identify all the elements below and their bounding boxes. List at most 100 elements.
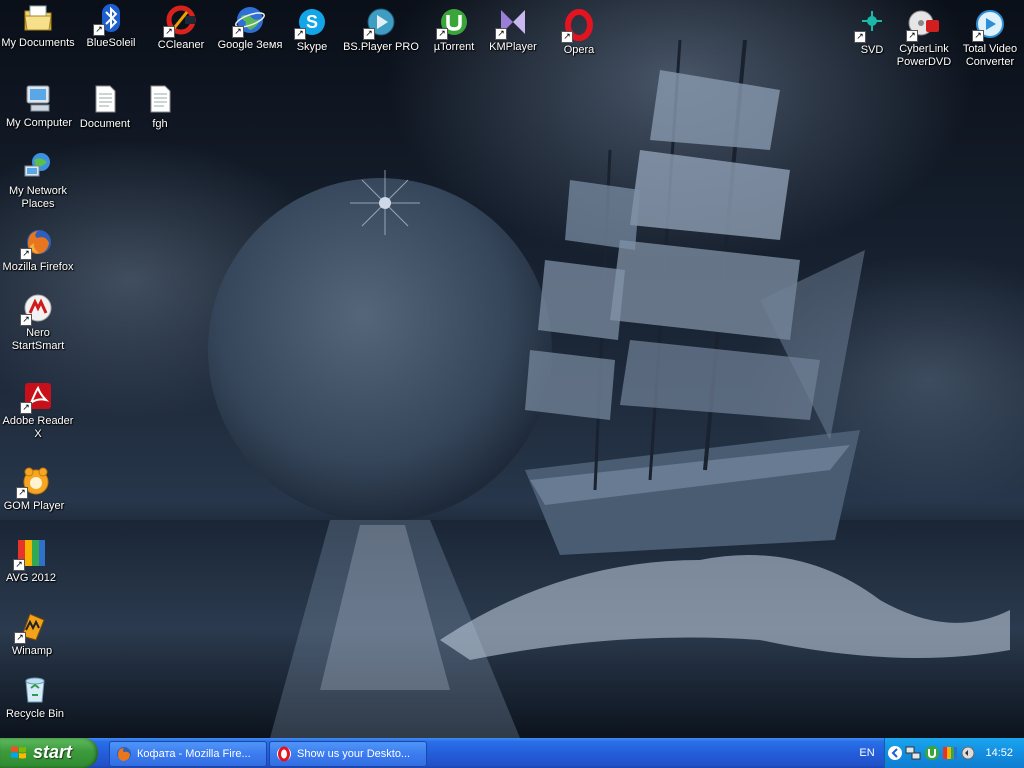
- desktop-icon-avg[interactable]: ↗ AVG 2012: [0, 537, 69, 585]
- shortcut-arrow-icon: ↗: [972, 30, 984, 42]
- shortcut-arrow-icon: ↗: [16, 487, 28, 499]
- tray-expand-icon[interactable]: [887, 745, 903, 761]
- firefox-icon: [117, 747, 131, 761]
- desktop[interactable]: My Documents My Computer My Network Plac…: [0, 0, 1024, 738]
- kmplayer-icon: ↗: [495, 6, 529, 40]
- taskbar-button-opera[interactable]: Show us your Deskto...: [269, 741, 427, 767]
- svg-text:S: S: [306, 12, 318, 32]
- shortcut-arrow-icon: ↗: [495, 28, 507, 40]
- svd-icon: ↗: [854, 9, 888, 43]
- moon: [208, 178, 552, 522]
- nero-icon: ↗: [20, 292, 54, 326]
- icon-label: Opera: [563, 44, 595, 56]
- icon-label: Nero StartSmart: [11, 327, 65, 352]
- volume-tray-icon[interactable]: [960, 745, 976, 761]
- opera-icon: [277, 746, 291, 762]
- google-earth-icon: ↗: [232, 4, 266, 38]
- adobe-reader-icon: ↗: [20, 380, 54, 414]
- desktop-icon-winamp[interactable]: ↗ Winamp: [0, 610, 70, 658]
- desktop-icon-fgh[interactable]: fgh: [122, 83, 198, 131]
- video-converter-icon: ↗: [972, 8, 1006, 42]
- bluetooth-icon: ↗: [93, 2, 127, 36]
- shortcut-arrow-icon: ↗: [13, 559, 25, 571]
- shortcut-arrow-icon: ↗: [854, 31, 866, 43]
- icon-label: Recycle Bin: [5, 708, 65, 720]
- system-tray: 14:52: [884, 738, 1024, 768]
- icon-label: Skype: [296, 41, 328, 53]
- skype-icon: S ↗: [294, 6, 328, 40]
- desktop-icon-nero[interactable]: ↗ Nero StartSmart: [0, 292, 76, 353]
- desktop-icon-gom-player[interactable]: ↗ GOM Player: [0, 465, 72, 513]
- shortcut-arrow-icon: ↗: [20, 402, 32, 414]
- utorrent-icon: ↗: [436, 6, 470, 40]
- document-icon: [144, 83, 176, 115]
- start-button[interactable]: start: [0, 738, 98, 768]
- icon-label: CyberLink PowerDVD: [896, 43, 952, 68]
- taskbar: start Кофата - Mozilla Fire... Show us y…: [0, 738, 1024, 768]
- start-label: start: [33, 742, 73, 762]
- icon-label: BlueSoleil: [86, 37, 136, 49]
- desktop-icon-adobe-reader[interactable]: ↗ Adobe Reader X: [0, 380, 76, 441]
- shortcut-arrow-icon: ↗: [163, 26, 175, 38]
- clock[interactable]: 14:52: [985, 738, 1013, 768]
- document-icon: [89, 83, 121, 115]
- avg-tray-icon[interactable]: [942, 745, 958, 761]
- desktop-icon-opera[interactable]: ↗ Opera: [541, 9, 617, 57]
- icon-label: KMPlayer: [489, 41, 537, 53]
- icon-label: CCleaner: [157, 39, 205, 51]
- icon-label: fgh: [152, 118, 168, 130]
- desktop-icon-skype[interactable]: S ↗ Skype: [274, 6, 350, 54]
- icon-label: Mozilla Firefox: [2, 261, 74, 273]
- shortcut-arrow-icon: ↗: [561, 31, 573, 43]
- shortcut-arrow-icon: ↗: [906, 30, 918, 42]
- desktop-icon-my-documents[interactable]: My Documents: [0, 2, 76, 50]
- language-indicator[interactable]: EN: [853, 738, 881, 768]
- shortcut-arrow-icon: ↗: [20, 314, 32, 326]
- desktop-icon-bluesoleil[interactable]: ↗ BlueSoleil: [73, 2, 149, 50]
- desktop-icon-video-converter[interactable]: ↗ Total Video Converter: [952, 8, 1024, 69]
- gom-player-icon: ↗: [16, 465, 50, 499]
- taskbar-button-firefox[interactable]: Кофата - Mozilla Fire...: [109, 741, 267, 767]
- my-documents-icon: [22, 2, 54, 34]
- ccleaner-icon: ↗: [163, 4, 197, 38]
- powerdvd-icon: ↗: [906, 8, 940, 42]
- shortcut-arrow-icon: ↗: [14, 632, 26, 644]
- desktop-icon-network-places[interactable]: My Network Places: [0, 150, 76, 211]
- network-tray-icon[interactable]: [905, 745, 921, 761]
- icon-label: My Computer: [5, 117, 73, 129]
- desktop-icon-bsplayer[interactable]: ↗ BS.Player PRO: [343, 6, 419, 54]
- shortcut-arrow-icon: ↗: [232, 26, 244, 38]
- my-computer-icon: [23, 82, 55, 114]
- utorrent-tray-icon[interactable]: [924, 745, 940, 761]
- shortcut-arrow-icon: ↗: [93, 24, 105, 36]
- shortcut-arrow-icon: ↗: [20, 248, 32, 260]
- desktop-icon-kmplayer[interactable]: ↗ KMPlayer: [475, 6, 551, 54]
- desktop-icon-recycle-bin[interactable]: Recycle Bin: [0, 673, 73, 721]
- task-label: Show us your Deskto...: [297, 748, 411, 760]
- icon-label: Total Video Converter: [962, 43, 1018, 68]
- icon-label: AVG 2012: [6, 572, 56, 584]
- task-label: Кофата - Mozilla Fire...: [137, 748, 251, 760]
- icon-label: GOM Player: [3, 500, 65, 512]
- windows-logo-icon: [11, 746, 26, 759]
- icon-label: My Documents: [1, 37, 75, 49]
- desktop-icon-firefox[interactable]: ↗ Mozilla Firefox: [0, 226, 76, 274]
- icon-label: Winamp: [11, 645, 53, 657]
- icon-label: BS.Player PRO: [343, 41, 419, 53]
- shortcut-arrow-icon: ↗: [363, 28, 375, 40]
- desktop-icon-ccleaner[interactable]: ↗ CCleaner: [143, 4, 219, 52]
- shortcut-arrow-icon: ↗: [294, 28, 306, 40]
- firefox-icon: ↗: [20, 226, 54, 260]
- winamp-icon: ↗: [14, 610, 48, 644]
- ghost-ship: [525, 39, 865, 555]
- avg-icon: ↗: [13, 537, 47, 571]
- opera-icon: ↗: [561, 9, 595, 43]
- icon-label: Adobe Reader X: [2, 415, 74, 440]
- shortcut-arrow-icon: ↗: [436, 28, 448, 40]
- network-places-icon: [22, 150, 54, 182]
- recycle-bin-icon: [19, 673, 51, 705]
- desktop-icon-my-computer[interactable]: My Computer: [1, 82, 77, 130]
- icon-label: My Network Places: [8, 185, 68, 210]
- desktop-icon-powerdvd[interactable]: ↗ CyberLink PowerDVD: [886, 8, 962, 69]
- bsplayer-icon: ↗: [363, 6, 397, 40]
